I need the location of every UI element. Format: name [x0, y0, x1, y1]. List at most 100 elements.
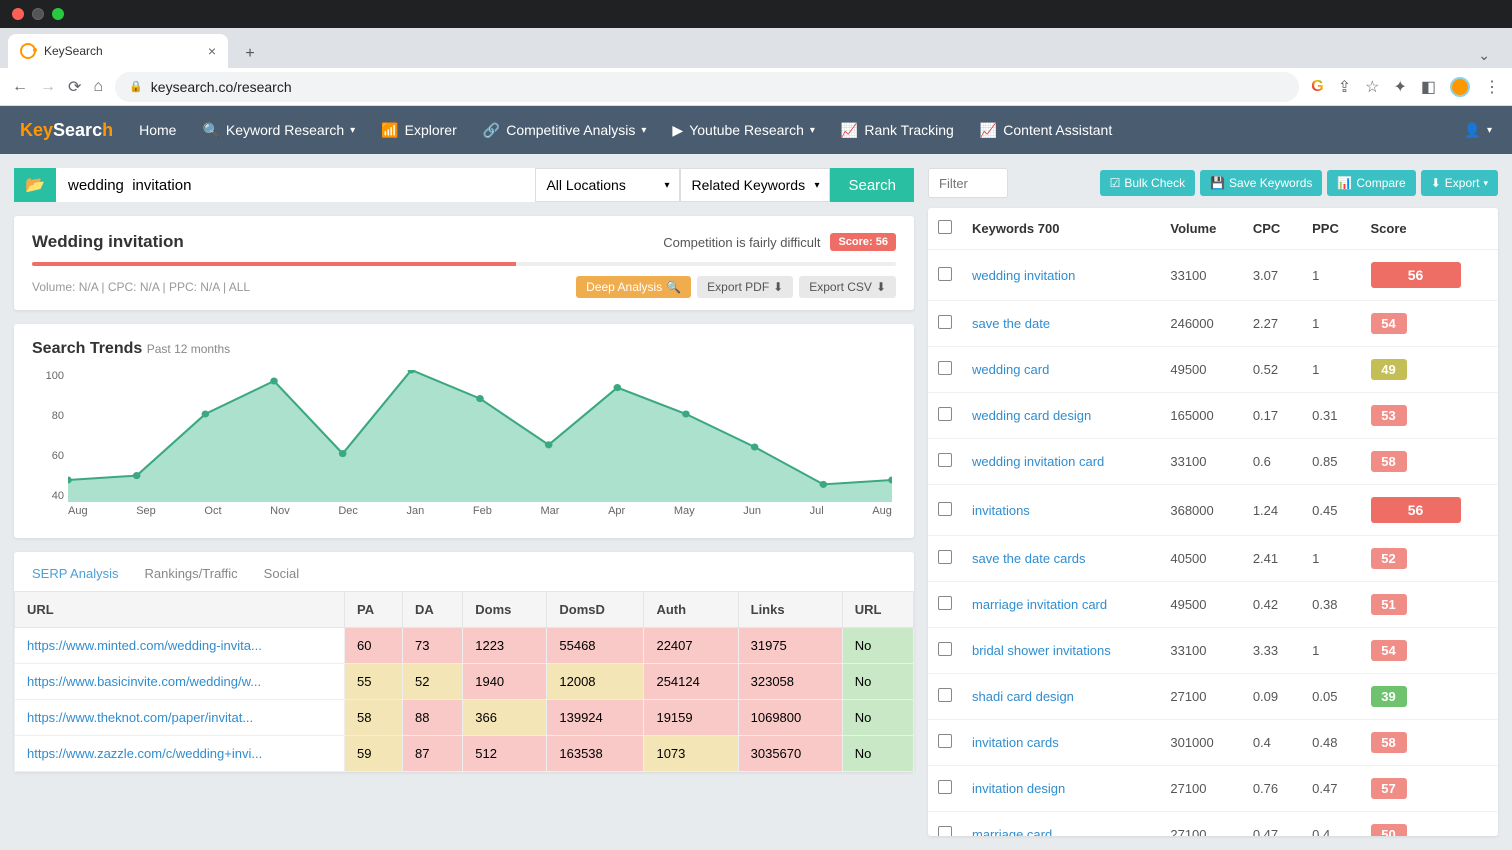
keyword-link[interactable]: bridal shower invitations: [972, 643, 1111, 658]
keyword-link[interactable]: wedding invitation: [972, 268, 1075, 283]
keyword-link[interactable]: marriage card: [972, 827, 1052, 836]
keyword-link[interactable]: wedding card design: [972, 408, 1091, 423]
row-checkbox[interactable]: [938, 688, 952, 702]
serp-col[interactable]: DA: [402, 592, 462, 628]
tab-rankings[interactable]: Rankings/Traffic: [144, 566, 237, 581]
folder-button[interactable]: 📂: [14, 168, 56, 202]
row-checkbox[interactable]: [938, 642, 952, 656]
row-checkbox[interactable]: [938, 734, 952, 748]
profile-avatar-icon[interactable]: [1450, 77, 1470, 97]
nav-user[interactable]: 👤▾: [1464, 122, 1492, 139]
serp-col[interactable]: PA: [345, 592, 403, 628]
window-min-dot[interactable]: [32, 8, 44, 20]
nav-rank[interactable]: 📈Rank Tracking: [841, 122, 954, 139]
keyword-link[interactable]: invitations: [972, 503, 1030, 518]
keyword-link[interactable]: wedding invitation card: [972, 454, 1104, 469]
kw-header[interactable]: Keywords 700: [962, 208, 1160, 250]
row-checkbox[interactable]: [938, 780, 952, 794]
keyword-link[interactable]: wedding card: [972, 362, 1049, 377]
filter-input[interactable]: [928, 168, 1008, 198]
right-toolbar: ☑Bulk Check 💾Save Keywords 📊Compare ⬇Exp…: [928, 168, 1498, 198]
row-checkbox[interactable]: [938, 550, 952, 564]
col-cpc[interactable]: CPC: [1243, 208, 1302, 250]
back-icon[interactable]: ←: [12, 78, 28, 96]
tabs-dropdown-icon[interactable]: ⌄: [1464, 43, 1504, 68]
col-score[interactable]: Score: [1361, 208, 1498, 250]
serp-url[interactable]: https://www.zazzle.com/c/wedding+invi...: [15, 736, 345, 772]
bulk-check-button[interactable]: ☑Bulk Check: [1100, 170, 1195, 196]
nav-youtube[interactable]: ▶Youtube Research▾: [672, 122, 815, 139]
checkbox-all[interactable]: [938, 220, 952, 234]
tab-social[interactable]: Social: [264, 566, 299, 581]
export-csv-button[interactable]: Export CSV ⬇: [799, 276, 896, 298]
col-ppc[interactable]: PPC: [1302, 208, 1360, 250]
star-icon[interactable]: ☆: [1365, 77, 1379, 97]
nav-home[interactable]: Home: [139, 122, 176, 138]
keyword-link[interactable]: invitation cards: [972, 735, 1059, 750]
google-icon[interactable]: G: [1311, 78, 1323, 96]
nav-competitive[interactable]: 🔗Competitive Analysis▾: [483, 122, 647, 139]
caret-down-icon: ▾: [1483, 178, 1488, 189]
serp-url[interactable]: https://www.minted.com/wedding-invita...: [15, 628, 345, 664]
browser-tab[interactable]: KeySearch ×: [8, 34, 228, 68]
new-tab-button[interactable]: +: [236, 40, 264, 68]
browser-tab-strip: KeySearch × + ⌄: [0, 28, 1512, 68]
keyword-row: invitation cards 301000 0.4 0.48 58: [928, 720, 1498, 766]
row-checkbox[interactable]: [938, 596, 952, 610]
keyword-link[interactable]: invitation design: [972, 781, 1065, 796]
keyword-row: invitation design 27100 0.76 0.47 57: [928, 766, 1498, 812]
extensions-icon[interactable]: ✦: [1393, 77, 1406, 97]
reload-icon[interactable]: ⟳: [68, 77, 81, 97]
mode-select[interactable]: Related Keywords▾: [680, 168, 830, 202]
serp-col[interactable]: DomsD: [547, 592, 644, 628]
sidepanel-icon[interactable]: ◧: [1421, 77, 1436, 97]
menu-icon[interactable]: ⋮: [1484, 77, 1500, 97]
serp-col[interactable]: Doms: [463, 592, 547, 628]
compare-button[interactable]: 📊Compare: [1327, 170, 1415, 196]
result-card: Wedding invitation Competition is fairly…: [14, 216, 914, 310]
nav-explorer[interactable]: 📶Explorer: [381, 122, 457, 139]
keyword-link[interactable]: shadi card design: [972, 689, 1074, 704]
serp-url[interactable]: https://www.basicinvite.com/wedding/w...: [15, 664, 345, 700]
location-select[interactable]: All Locations▾: [535, 168, 680, 202]
row-checkbox[interactable]: [938, 315, 952, 329]
serp-url[interactable]: https://www.theknot.com/paper/invitat...: [15, 700, 345, 736]
col-volume[interactable]: Volume: [1160, 208, 1242, 250]
keyword-link[interactable]: save the date: [972, 316, 1050, 331]
row-checkbox[interactable]: [938, 502, 952, 516]
keyword-input[interactable]: [56, 168, 535, 202]
row-checkbox[interactable]: [938, 826, 952, 836]
export-button[interactable]: ⬇Export▾: [1421, 170, 1498, 196]
tab-serp-analysis[interactable]: SERP Analysis: [32, 566, 118, 581]
share-icon[interactable]: ⇪: [1338, 77, 1351, 97]
row-checkbox[interactable]: [938, 407, 952, 421]
export-pdf-button[interactable]: Export PDF ⬇: [697, 276, 793, 298]
window-close-dot[interactable]: [12, 8, 24, 20]
nav-content[interactable]: 📈Content Assistant: [980, 122, 1112, 139]
favicon-icon: [20, 43, 36, 59]
keyword-row: invitations 368000 1.24 0.45 56: [928, 485, 1498, 536]
serp-col[interactable]: Links: [738, 592, 842, 628]
search-icon: 🔍: [666, 280, 681, 294]
row-checkbox[interactable]: [938, 361, 952, 375]
cell-volume: 368000: [1160, 485, 1242, 536]
search-button[interactable]: Search: [830, 168, 914, 202]
cell-cpc: 3.07: [1243, 250, 1302, 301]
deep-analysis-button[interactable]: Deep Analysis 🔍: [576, 276, 691, 298]
serp-col[interactable]: URL: [15, 592, 345, 628]
save-keywords-button[interactable]: 💾Save Keywords: [1200, 170, 1322, 196]
forward-icon[interactable]: →: [40, 78, 56, 96]
nav-keyword-research[interactable]: 🔍Keyword Research▾: [202, 122, 355, 139]
serp-col[interactable]: URL: [842, 592, 913, 628]
window-max-dot[interactable]: [52, 8, 64, 20]
logo[interactable]: KeySearch: [20, 120, 113, 141]
cell-volume: 165000: [1160, 393, 1242, 439]
home-icon[interactable]: ⌂: [93, 78, 103, 96]
tab-close-icon[interactable]: ×: [208, 43, 216, 59]
url-field[interactable]: 🔒 keysearch.co/research: [115, 72, 1299, 102]
row-checkbox[interactable]: [938, 453, 952, 467]
row-checkbox[interactable]: [938, 267, 952, 281]
serp-col[interactable]: Auth: [644, 592, 738, 628]
keyword-link[interactable]: save the date cards: [972, 551, 1085, 566]
keyword-link[interactable]: marriage invitation card: [972, 597, 1107, 612]
